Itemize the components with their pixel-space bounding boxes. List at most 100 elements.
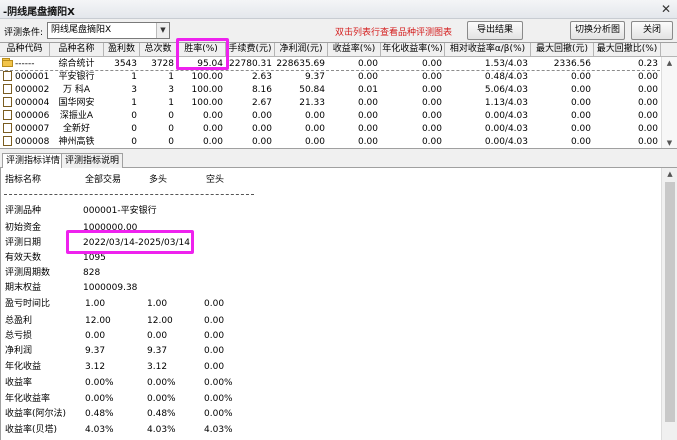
chevron-down-icon[interactable]: ▼ [156,23,169,38]
value-cell: 100.00 [191,72,224,82]
info-value: 000001-平安银行 [83,206,157,216]
name-cell: 综合统计 [58,59,95,69]
condition-select[interactable]: 阴线尾盘摘阳X ▼ [47,22,170,39]
tab-metric-description[interactable]: 评测指标说明 [61,153,124,168]
condition-select-value: 阴线尾盘摘阳X [51,25,112,35]
value-cell: 2.63 [251,72,272,82]
value-cell: 0.00 [570,124,591,134]
double-click-notice: 双击列表行查看品种评测图表 [335,28,453,38]
metric-short-value: 0.00% [204,394,233,404]
table-row[interactable]: 000007 全新好 0 0 0.00 0.00 0.00 0.00 0.00 0.00/4.03… [0,123,660,136]
header-all-trades: 全部交易 [85,175,122,185]
metric-label: 净利润 [5,346,33,356]
value-cell: 0 [168,111,174,121]
value-cell: 0.00 [202,124,223,134]
column-header[interactable]: 最大回撤比(%) [594,43,661,57]
tab-metric-details[interactable]: 评测指标详情 [2,153,65,169]
header-long: 多头 [149,175,168,185]
value-cell: 0.00 [304,137,325,147]
window-close-icon[interactable]: ✕ [661,2,671,16]
test-date-highlight [66,230,194,254]
metric-label: 年化收益 [5,362,42,372]
value-cell: 0.23 [637,59,658,69]
code-cell: 000004 [0,97,50,110]
value-cell: 3 [131,85,137,95]
close-button[interactable]: 关闭 [631,21,673,40]
column-header[interactable]: 盈利数 [104,43,140,57]
scroll-up-icon[interactable]: ▲ [662,57,677,69]
value-cell: 3728 [151,59,174,69]
window-title: -阴线尾盘摘阳X [3,7,75,18]
value-cell: 1 [131,72,137,82]
value-cell: 2336.56 [553,59,591,69]
value-cell: 0.00 [421,59,442,69]
scroll-up-icon[interactable]: ▲ [662,168,677,180]
value-cell: 228635.69 [276,59,325,69]
value-cell: 3 [168,85,174,95]
value-cell: 0.00 [357,137,378,147]
export-button[interactable]: 导出结果 [467,21,523,40]
value-cell: 0.00 [637,98,658,108]
info-label: 初始资金 [5,223,42,233]
column-header[interactable]: 净利润(元) [275,43,328,57]
info-label: 评测品种 [5,206,42,216]
value-cell: 100.00 [191,85,224,95]
metric-label: 总盈利 [5,316,33,326]
value-cell: 21.33 [299,98,325,108]
detail-vertical-scrollbar[interactable]: ▲ [661,168,677,440]
metric-short-value: 0.00 [204,316,225,326]
code-text: 000008 [15,137,50,147]
column-header[interactable]: 总次数 [140,43,177,57]
value-cell: 1.53/4.03 [484,59,528,69]
code-text: 000006 [15,111,50,121]
info-value: 1000009.38 [83,283,138,293]
value-cell: 0 [131,124,137,134]
value-cell: 0.00 [251,137,272,147]
value-cell: 0.00 [570,98,591,108]
table-row[interactable]: 000004 国华网安 1 1 100.00 2.67 21.33 0.00 0.00 1.13/… [0,97,660,110]
table-row[interactable]: 000001 平安银行 1 1 100.00 2.63 9.37 0.00 0.00 0.48/4… [0,71,660,84]
code-text: ------ [15,59,35,69]
column-header[interactable]: 品种代码 [0,43,50,57]
column-header[interactable]: 手续费(元) [226,43,275,57]
folder-icon [2,58,13,67]
value-cell: 3543 [114,59,137,69]
metric-all-value: 9.37 [85,346,106,356]
table-vertical-scrollbar[interactable]: ▲ ▼ [661,57,677,148]
metric-label: 年化收益率 [5,394,51,404]
column-header[interactable]: 年化收益率(%) [381,43,445,57]
metric-short-value: 0.00 [204,299,225,309]
metric-all-value: 12.00 [85,316,111,326]
table-row[interactable]: ------ 综合统计 3543 3728 95.04 22780.31 228635.69… [0,58,660,71]
table-row[interactable]: 000008 神州高铁 0 0 0.00 0.00 0.00 0.00 0.00 0.00/4.0… [0,136,660,148]
switch-chart-button[interactable]: 切换分析图 [570,21,625,40]
metric-long-value: 4.03% [147,425,176,435]
scroll-thumb[interactable] [665,182,675,422]
value-cell: 8.16 [251,85,272,95]
metric-long-value: 1.00 [147,299,168,309]
value-cell: 0.00/4.03 [484,124,528,134]
document-icon [3,136,12,146]
metric-long-value: 0.00% [147,378,176,388]
table-row[interactable]: 000002 万 科A 3 3 100.00 8.16 50.84 0.01 0.00 5.06/… [0,84,660,97]
name-cell: 全新好 [62,124,90,134]
document-icon [3,97,12,107]
metric-all-value: 1.00 [85,299,106,309]
code-cell: ------ [0,58,50,71]
metric-label: 盈亏时间比 [5,299,51,309]
value-cell: 0.00 [421,98,442,108]
column-header[interactable]: 收益率(%) [328,43,381,57]
column-header[interactable]: 相对收益率α/β(%) [445,43,531,57]
header-short: 空头 [206,175,225,185]
table-row[interactable]: 000006 深振业A 0 0 0.00 0.00 0.00 0.00 0.00 0.00/4.0… [0,110,660,123]
metric-long-value: 12.00 [147,316,173,326]
column-header[interactable]: 最大回撤(元) [531,43,594,57]
value-cell: 0 [168,124,174,134]
condition-label: 评测条件: [4,28,44,38]
metric-label: 总亏损 [5,331,33,341]
value-cell: 0.00 [421,124,442,134]
name-cell: 神州高铁 [58,137,95,147]
scroll-down-icon[interactable]: ▼ [662,137,677,148]
column-header[interactable]: 品种名称 [50,43,104,57]
metric-short-value: 0.00% [204,409,233,419]
